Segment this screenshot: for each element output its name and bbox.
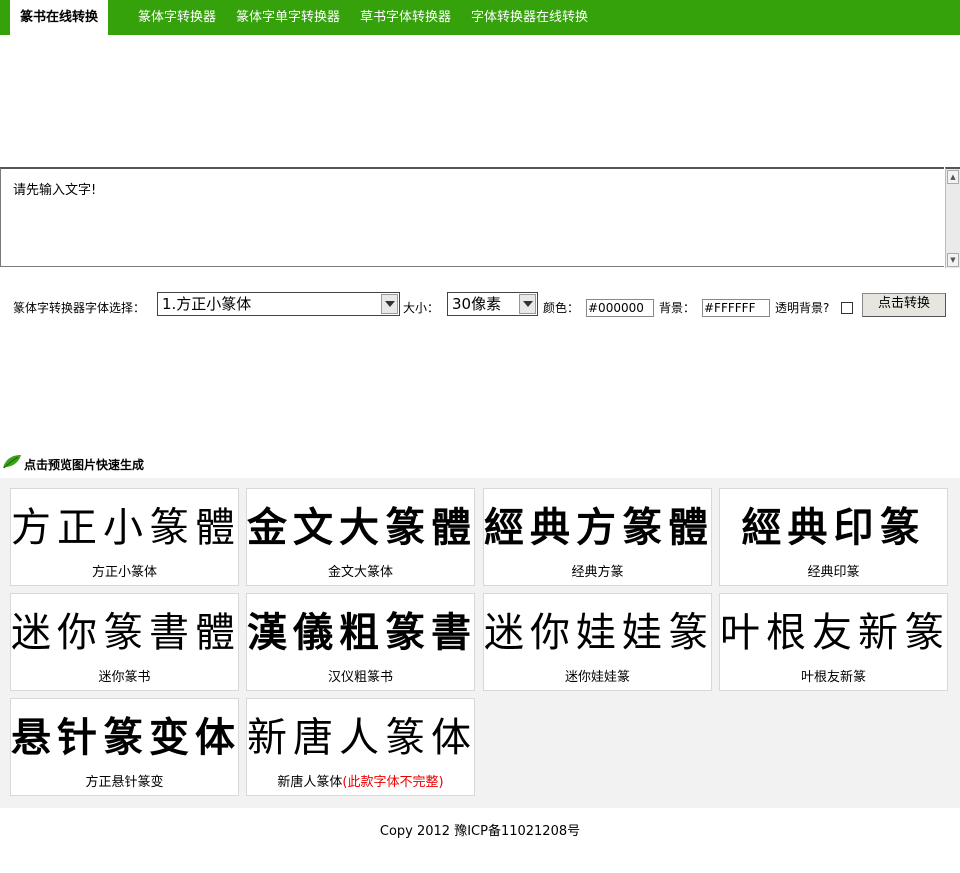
font-caption: 新唐人篆体(此款字体不完整) xyxy=(247,775,474,791)
size-select-value: 30像素 xyxy=(452,295,502,313)
leaf-icon xyxy=(3,455,21,469)
nav-link-seal-converter[interactable]: 篆体字转换器 xyxy=(138,0,216,35)
font-sample: 漢儀粗篆書 xyxy=(247,609,477,656)
font-sample: 方正小篆體 xyxy=(11,505,241,551)
chevron-down-icon xyxy=(519,294,536,314)
font-sample: 迷你娃娃篆 xyxy=(484,610,714,656)
footer-copyright: Copy 2012 豫ICP备11021208号 xyxy=(379,824,581,839)
color-input[interactable]: #000000 xyxy=(586,299,654,317)
font-select-label: 篆体字转换器字体选择： xyxy=(13,301,146,315)
font-card-mini-zhuanshu[interactable]: 迷你篆書體 迷你篆书 xyxy=(10,593,239,691)
font-caption: 方正小篆体 xyxy=(91,565,157,580)
font-sample: 經典方篆體 xyxy=(484,505,714,551)
background-label: 背景： xyxy=(659,301,696,315)
font-caption: 经典印篆 xyxy=(807,565,860,580)
font-sample: 迷你篆書體 xyxy=(11,610,241,656)
textarea-scrollbar[interactable]: ▲ ▼ xyxy=(945,167,960,268)
font-select-value: 1.方正小篆体 xyxy=(162,295,252,313)
font-card-hanyi-cuzhuanshu[interactable]: 漢儀粗篆書 汉仪粗篆书 xyxy=(246,593,475,691)
nav-link-cursive-converter[interactable]: 草书字体转换器 xyxy=(360,0,451,35)
font-card-xintangren-zhuanti[interactable]: 新唐人篆体 新唐人篆体(此款字体不完整) xyxy=(246,698,475,796)
size-label: 大小： xyxy=(403,301,440,315)
font-card-xuanzhen-zhuanbian[interactable]: 悬针篆变体 方正悬针篆变 xyxy=(10,698,239,796)
preview-grid: 方正小篆體 方正小篆体 金文大篆體 金文大篆体 經典方篆體 经典方篆 經典印篆 … xyxy=(0,478,960,808)
font-caption: 迷你篆书 xyxy=(98,670,151,685)
font-caption-name: 新唐人篆体 xyxy=(277,775,343,790)
preview-title: 点击预览图片快速生成 xyxy=(24,458,145,472)
transparent-bg-label: 透明背景? xyxy=(775,301,830,315)
background-input[interactable]: #FFFFFF xyxy=(702,299,770,317)
font-card-jinwen-dazhuan[interactable]: 金文大篆體 金文大篆体 xyxy=(246,488,475,586)
size-select[interactable]: 30像素 xyxy=(447,292,538,316)
font-card-fangzheng-xiaozhuan[interactable]: 方正小篆體 方正小篆体 xyxy=(10,488,239,586)
font-caption: 汉仪粗篆书 xyxy=(327,670,393,685)
color-label: 颜色： xyxy=(543,301,580,315)
site-brand-tab[interactable]: 篆书在线转换 xyxy=(10,0,108,35)
font-caption: 经典方篆 xyxy=(571,565,624,580)
scroll-down-arrow-icon[interactable]: ▼ xyxy=(947,253,959,267)
incomplete-font-warning: (此款字体不完整) xyxy=(342,775,444,790)
nav-link-single-char-converter[interactable]: 篆体字单字转换器 xyxy=(236,0,340,35)
nav-link-online-font-converter[interactable]: 字体转换器在线转换 xyxy=(471,0,588,35)
font-sample: 金文大篆體 xyxy=(247,504,477,551)
chevron-down-icon xyxy=(381,294,398,314)
text-input-area[interactable]: 请先输入文字! xyxy=(0,167,944,267)
font-caption: 方正悬针篆变 xyxy=(85,775,164,790)
font-caption: 金文大篆体 xyxy=(327,565,393,580)
font-caption: 迷你娃娃篆 xyxy=(564,670,630,685)
font-select[interactable]: 1.方正小篆体 xyxy=(157,292,400,316)
convert-button[interactable]: 点击转换 xyxy=(862,293,946,317)
transparent-bg-checkbox[interactable] xyxy=(841,302,853,314)
scroll-up-arrow-icon[interactable]: ▲ xyxy=(947,170,959,184)
top-nav: 篆书在线转换 篆体字转换器 篆体字单字转换器 草书字体转换器 字体转换器在线转换 xyxy=(0,0,960,35)
font-sample: 經典印篆 xyxy=(741,504,926,551)
font-card-yegenyou-xinzhuan[interactable]: 叶根友新篆 叶根友新篆 xyxy=(719,593,948,691)
font-card-mini-wawazhuan[interactable]: 迷你娃娃篆 迷你娃娃篆 xyxy=(483,593,712,691)
font-sample: 新唐人篆体 xyxy=(247,715,477,761)
font-sample: 悬针篆变体 xyxy=(11,715,241,761)
font-sample: 叶根友新篆 xyxy=(720,610,950,656)
font-caption: 叶根友新篆 xyxy=(800,670,866,685)
font-card-jingdian-fangzhuan[interactable]: 經典方篆體 经典方篆 xyxy=(483,488,712,586)
font-card-jingdian-yinzhuan[interactable]: 經典印篆 经典印篆 xyxy=(719,488,948,586)
